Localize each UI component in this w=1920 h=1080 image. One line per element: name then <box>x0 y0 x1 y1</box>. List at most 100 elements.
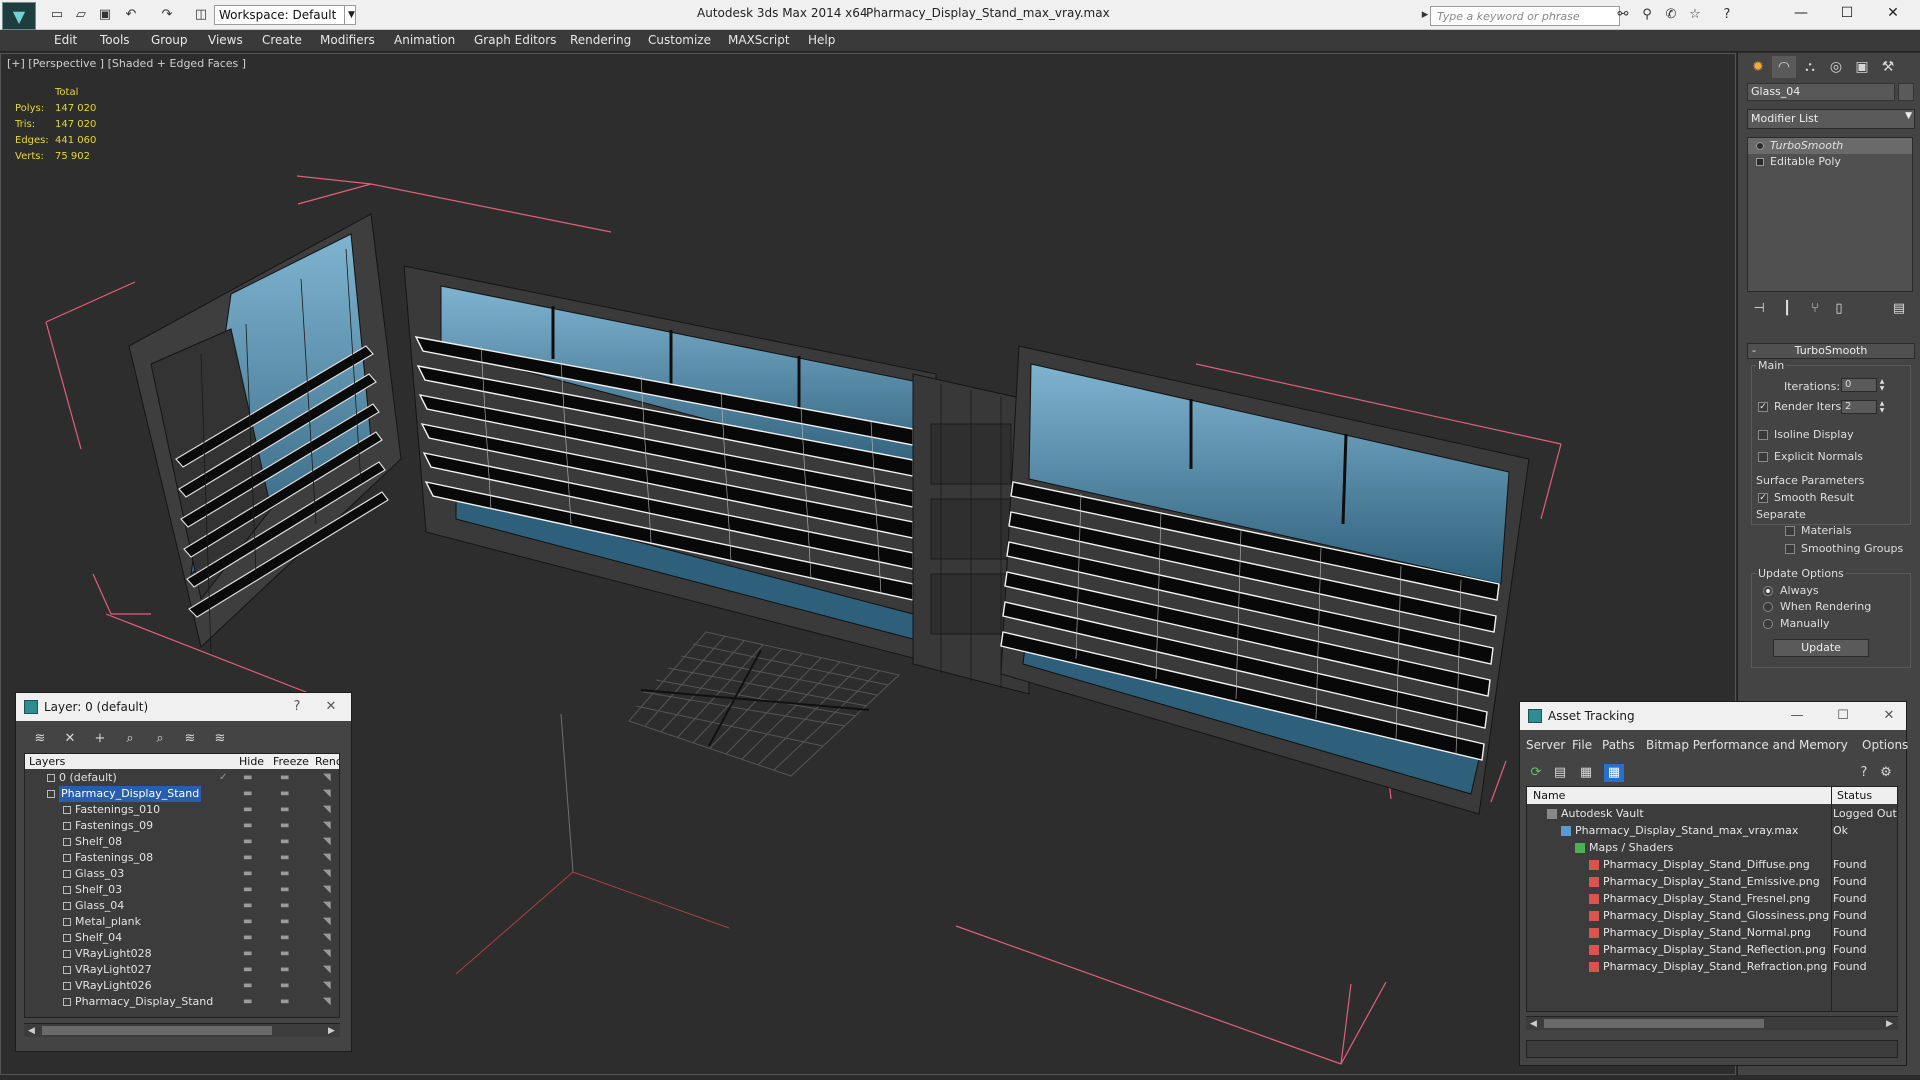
assets-list[interactable]: Name Status Autodesk Vault Logged Out Phar… <box>1526 786 1898 1012</box>
menu-bitmap-performance[interactable]: Bitmap Performance and Memory <box>1646 738 1848 752</box>
column-header[interactable]: Hide <box>239 755 264 768</box>
freeze-toggle-icon[interactable]: ▬ <box>280 962 289 978</box>
menu-customize[interactable]: Customize <box>648 33 711 47</box>
scroll-left-icon[interactable]: ◀ <box>28 1024 35 1038</box>
layer-manager-titlebar[interactable]: Layer: 0 (default) ? ✕ <box>16 693 351 721</box>
column-header[interactable]: Renc <box>315 755 339 768</box>
asset-tracking-titlebar[interactable]: Asset Tracking — ☐ ✕ <box>1520 702 1906 730</box>
asset-row[interactable]: Pharmacy_Display_Stand_Normal.png Found <box>1527 924 1897 941</box>
settings-icon[interactable]: ⚙ <box>1876 764 1896 782</box>
layer-name[interactable]: 0 (default) <box>59 770 117 786</box>
render-toggle-icon[interactable]: ◥ <box>323 946 331 962</box>
update-button[interactable]: Update <box>1773 639 1869 657</box>
render-toggle-icon[interactable]: ◥ <box>323 914 331 930</box>
horizontal-scrollbar[interactable]: ◀ ▶ <box>1526 1016 1898 1030</box>
layer-row[interactable]: Pharmacy_Display_Stand ▬ ▬ ◥ <box>25 994 339 1010</box>
layer-name[interactable]: Shelf_04 <box>75 930 122 946</box>
menu-tools[interactable]: Tools <box>100 33 130 47</box>
render-toggle-icon[interactable]: ◥ <box>323 770 331 786</box>
close-button[interactable]: ✕ <box>1870 0 1916 28</box>
project-folder-icon[interactable]: ◫ <box>192 7 210 23</box>
smooth-result-checkbox[interactable]: ✓ <box>1758 493 1768 503</box>
layer-name[interactable]: Fastenings_09 <box>75 818 153 834</box>
layer-row[interactable]: 0 (default) ✓ ▬ ▬ ◥ <box>25 770 339 786</box>
render-toggle-icon[interactable]: ◥ <box>323 818 331 834</box>
hide-toggle-icon[interactable]: ▬ <box>243 914 252 930</box>
save-icon[interactable]: ▣ <box>96 7 114 23</box>
asset-row[interactable]: Pharmacy_Display_Stand_Refraction.png Fou… <box>1527 958 1897 975</box>
display-tab-icon[interactable]: ▣ <box>1850 56 1874 78</box>
layer-row[interactable]: Shelf_03 ▬ ▬ ◥ <box>25 882 339 898</box>
render-toggle-icon[interactable]: ◥ <box>323 978 331 994</box>
freeze-toggle-icon[interactable]: ▬ <box>280 770 289 786</box>
menu-modifiers[interactable]: Modifiers <box>320 33 375 47</box>
layer-row[interactable]: VRayLight026 ▬ ▬ ◥ <box>25 978 339 994</box>
layer-name[interactable]: Fastenings_010 <box>75 802 160 818</box>
chevron-down-icon[interactable]: ▼ <box>344 5 358 25</box>
asset-row[interactable]: Pharmacy_Display_Stand_Fresnel.png Found <box>1527 890 1897 907</box>
render-toggle-icon[interactable]: ◥ <box>323 850 331 866</box>
render-toggle-icon[interactable]: ◥ <box>323 898 331 914</box>
layer-name[interactable]: Glass_04 <box>75 898 124 914</box>
minimize-button[interactable]: — <box>1778 0 1824 28</box>
stack-item-editable-poly[interactable]: Editable Poly <box>1748 154 1912 170</box>
iterations-spinner[interactable]: 0 <box>1841 378 1877 392</box>
scroll-right-icon[interactable]: ▶ <box>328 1024 335 1038</box>
close-button[interactable]: ✕ <box>318 697 344 717</box>
hide-toggle-icon[interactable]: ▬ <box>243 962 252 978</box>
manually-radio[interactable] <box>1763 619 1773 629</box>
menu-file[interactable]: File <box>1572 738 1592 752</box>
menu-maxscript[interactable]: MAXScript <box>728 33 790 47</box>
object-color-swatch[interactable] <box>1898 83 1914 101</box>
modify-tab-icon[interactable]: ◠ <box>1772 56 1796 78</box>
hide-toggle-icon[interactable]: ▬ <box>243 850 252 866</box>
hide-toggle-icon[interactable]: ▬ <box>243 770 252 786</box>
hide-toggle-icon[interactable]: ▬ <box>243 882 252 898</box>
render-toggle-icon[interactable]: ◥ <box>323 866 331 882</box>
render-toggle-icon[interactable]: ◥ <box>323 930 331 946</box>
layer-name[interactable]: Metal_plank <box>75 914 141 930</box>
layer-name[interactable]: Pharmacy_Display_Stand <box>75 994 213 1010</box>
menu-create[interactable]: Create <box>262 33 302 47</box>
column-header[interactable]: Layers <box>29 755 65 768</box>
layer-name[interactable]: VRayLight026 <box>75 978 152 994</box>
delete-layer-icon[interactable]: ✕ <box>60 730 80 748</box>
layer-row[interactable]: Shelf_04 ▬ ▬ ◥ <box>25 930 339 946</box>
scroll-right-icon[interactable]: ▶ <box>1886 1017 1893 1031</box>
current-layer-check-icon[interactable]: ✓ <box>219 770 227 786</box>
asset-row[interactable]: Autodesk Vault Logged Out <box>1527 805 1897 822</box>
redo-icon[interactable]: ↷ <box>158 7 176 23</box>
help-icon[interactable]: ? <box>1718 7 1736 23</box>
show-end-result-icon[interactable]: ┃ <box>1776 299 1798 319</box>
render-toggle-icon[interactable]: ◥ <box>323 834 331 850</box>
hide-toggle-icon[interactable]: ▬ <box>243 818 252 834</box>
make-unique-icon[interactable]: ⑂ <box>1804 299 1826 319</box>
search-input[interactable]: Type a keyword or phrase <box>1430 6 1620 26</box>
menu-rendering[interactable]: Rendering <box>570 33 631 47</box>
undo-icon[interactable]: ↶ <box>122 7 140 23</box>
asset-row[interactable]: Pharmacy_Display_Stand_Emissive.png Found <box>1527 873 1897 890</box>
create-layer-icon[interactable]: ≋ <box>30 730 50 748</box>
freeze-toggle-icon[interactable]: ▬ <box>280 786 289 802</box>
layer-name[interactable]: Shelf_03 <box>75 882 122 898</box>
asset-row[interactable]: Pharmacy_Display_Stand_max_vray.max Ok <box>1527 822 1897 839</box>
modifier-stack[interactable]: TurboSmooth Editable Poly <box>1747 137 1913 292</box>
layers-list[interactable]: Layers Hide Freeze Renc 0 (default) ✓ ▬ ▬ ◥ P… <box>24 753 340 1018</box>
utilities-tab-icon[interactable]: ⚒ <box>1876 56 1900 78</box>
create-tab-icon[interactable]: ✹ <box>1746 56 1770 78</box>
layer-row[interactable]: Pharmacy_Display_Stand ▬ ▬ ◥ <box>25 786 339 802</box>
freeze-toggle-icon[interactable]: ▬ <box>280 914 289 930</box>
layer-row[interactable]: Fastenings_08 ▬ ▬ ◥ <box>25 850 339 866</box>
freeze-toggle-icon[interactable]: ▬ <box>280 882 289 898</box>
freeze-toggle-icon[interactable]: ▬ <box>280 866 289 882</box>
refresh-icon[interactable]: ⟳ <box>1526 764 1546 782</box>
layer-name[interactable]: Glass_03 <box>75 866 124 882</box>
hide-toggle-icon[interactable]: ▬ <box>243 994 252 1010</box>
layer-row[interactable]: Glass_04 ▬ ▬ ◥ <box>25 898 339 914</box>
hierarchy-tab-icon[interactable]: ⛬ <box>1798 56 1822 78</box>
grid-view-icon[interactable]: ▦ <box>1604 764 1624 782</box>
layer-name[interactable]: Fastenings_08 <box>75 850 153 866</box>
layer-row[interactable]: Shelf_08 ▬ ▬ ◥ <box>25 834 339 850</box>
column-header[interactable]: Status <box>1837 789 1872 802</box>
subscription-icon[interactable]: ⚲ <box>1638 7 1656 23</box>
